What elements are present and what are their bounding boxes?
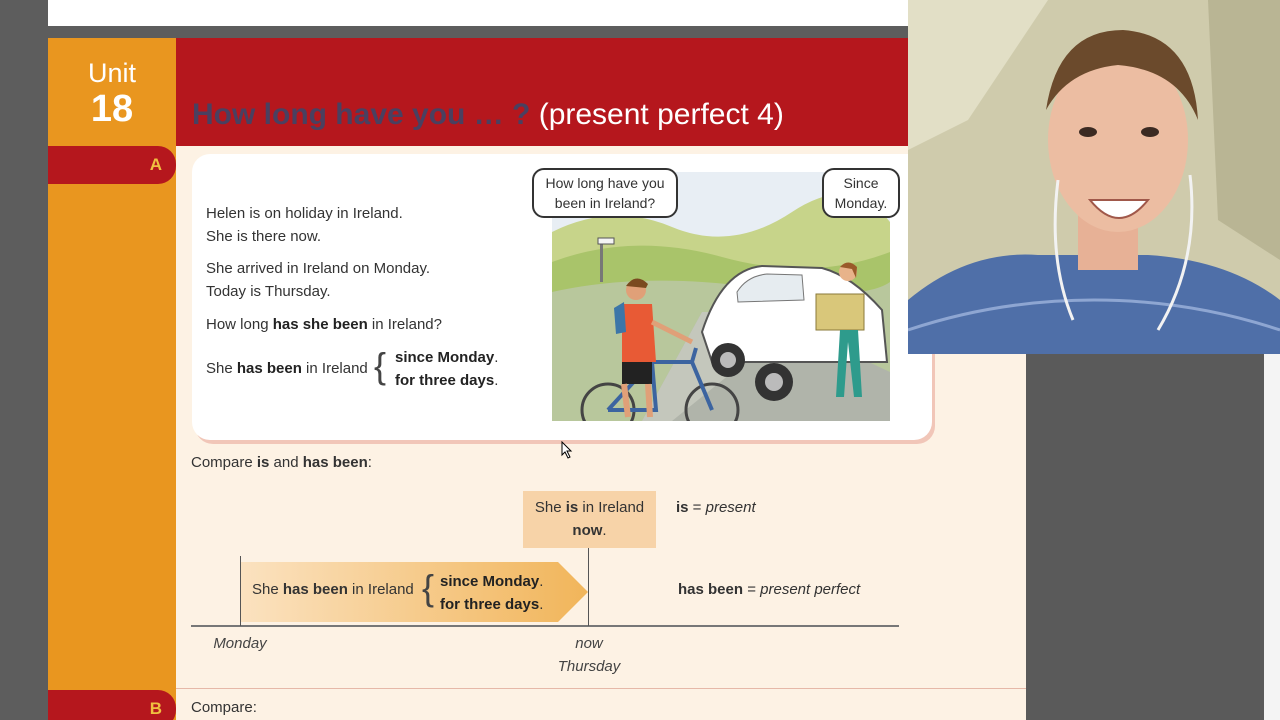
bold-text: has been	[236, 360, 302, 377]
text: .	[494, 349, 499, 366]
text: and	[269, 454, 303, 471]
has-been-options: since Monday. for three days.	[440, 573, 544, 613]
has-been-sentence: She has been in Ireland	[252, 581, 414, 598]
question-speech-bubble: How long have you been in Ireland?	[532, 168, 678, 218]
text: in Ireland	[347, 581, 414, 598]
bold-text: has been	[302, 454, 368, 471]
timeline-line	[191, 625, 899, 627]
section-divider	[176, 688, 1026, 689]
option-for: for three days	[395, 372, 495, 389]
text: She	[534, 499, 566, 516]
story-paragraph-1: Helen is on holiday in Ireland. She is t…	[206, 202, 403, 248]
timeline-label-now: now	[575, 635, 603, 652]
story-line: Today is Thursday.	[206, 283, 331, 300]
story-answer: She has been in Ireland	[206, 357, 368, 380]
unit-number: 18	[90, 88, 134, 130]
right-scrollbar[interactable]	[1264, 354, 1280, 720]
brace-icon: {	[422, 567, 435, 608]
mouse-cursor-icon	[561, 441, 573, 459]
italic-text: present	[705, 499, 756, 516]
bold-text: is	[256, 454, 270, 471]
bubble-text: been in Ireland?	[554, 195, 656, 211]
page-title-main: How long have you … ?	[192, 98, 531, 131]
bold-text: now	[572, 522, 603, 539]
story-line: She is there now.	[206, 228, 322, 245]
story-question: How long has she been in Ireland?	[206, 313, 442, 336]
bold-text: is	[565, 499, 579, 516]
text: =	[743, 581, 761, 598]
is-present-label: is = present	[676, 499, 756, 516]
unit-box: Unit 18	[48, 38, 176, 146]
text: She	[206, 360, 237, 377]
previous-page-strip	[48, 0, 908, 26]
option-since: since Monday	[440, 573, 540, 590]
bold-text: has she been	[272, 316, 368, 333]
timeline-tick-monday	[240, 556, 241, 626]
right-background	[1026, 354, 1280, 720]
text: in Ireland	[578, 499, 645, 516]
text: She	[252, 581, 283, 598]
timeline-tick-now	[588, 548, 589, 626]
present-now-box: She is in Ireland now.	[523, 491, 656, 548]
page-title-sub: (present perfect 4)	[538, 98, 784, 131]
text: How long	[206, 316, 273, 333]
webcam-video	[908, 0, 1280, 354]
text: =	[688, 499, 706, 516]
story-line: She arrived in Ireland on Monday.	[206, 260, 431, 277]
bubble-text: Monday.	[834, 195, 888, 211]
bold-text: has been	[282, 581, 348, 598]
option-since: since Monday	[395, 349, 495, 366]
page-title: How long have you … ? (present perfect 4…	[192, 98, 784, 132]
story-paragraph-2: She arrived in Ireland on Monday. Today …	[206, 257, 430, 303]
italic-text: present perfect	[760, 581, 861, 598]
text: :	[367, 454, 372, 471]
timeline-label-thursday: Thursday	[557, 658, 621, 675]
timeline-label-monday: Monday	[213, 635, 267, 652]
compare-heading: Compare is and has been:	[191, 454, 372, 471]
bubble-text: How long have you	[545, 175, 665, 191]
bubble-text: Since	[843, 175, 879, 191]
text: Compare	[191, 454, 257, 471]
option-for: for three days	[440, 596, 540, 613]
story-line: Helen is on holiday in Ireland.	[206, 205, 403, 222]
section-b-compare: Compare:	[191, 699, 257, 716]
has-been-present-perfect-label: has been = present perfect	[678, 581, 860, 598]
bold-text: is	[676, 499, 689, 516]
bold-text: has been	[678, 581, 744, 598]
text: in Ireland?	[367, 316, 442, 333]
textbook-page: Unit 18 How long have you … ? (present p…	[48, 38, 1026, 720]
text: in Ireland	[301, 360, 368, 377]
brace-icon: {	[374, 345, 387, 386]
text: .	[494, 372, 499, 389]
section-a-tab: A	[48, 146, 176, 184]
section-b-tab: B	[48, 690, 176, 720]
answer-options: since Monday. for three days.	[395, 346, 498, 392]
answer-speech-bubble: Since Monday.	[822, 168, 900, 218]
unit-label: Unit	[87, 58, 136, 88]
